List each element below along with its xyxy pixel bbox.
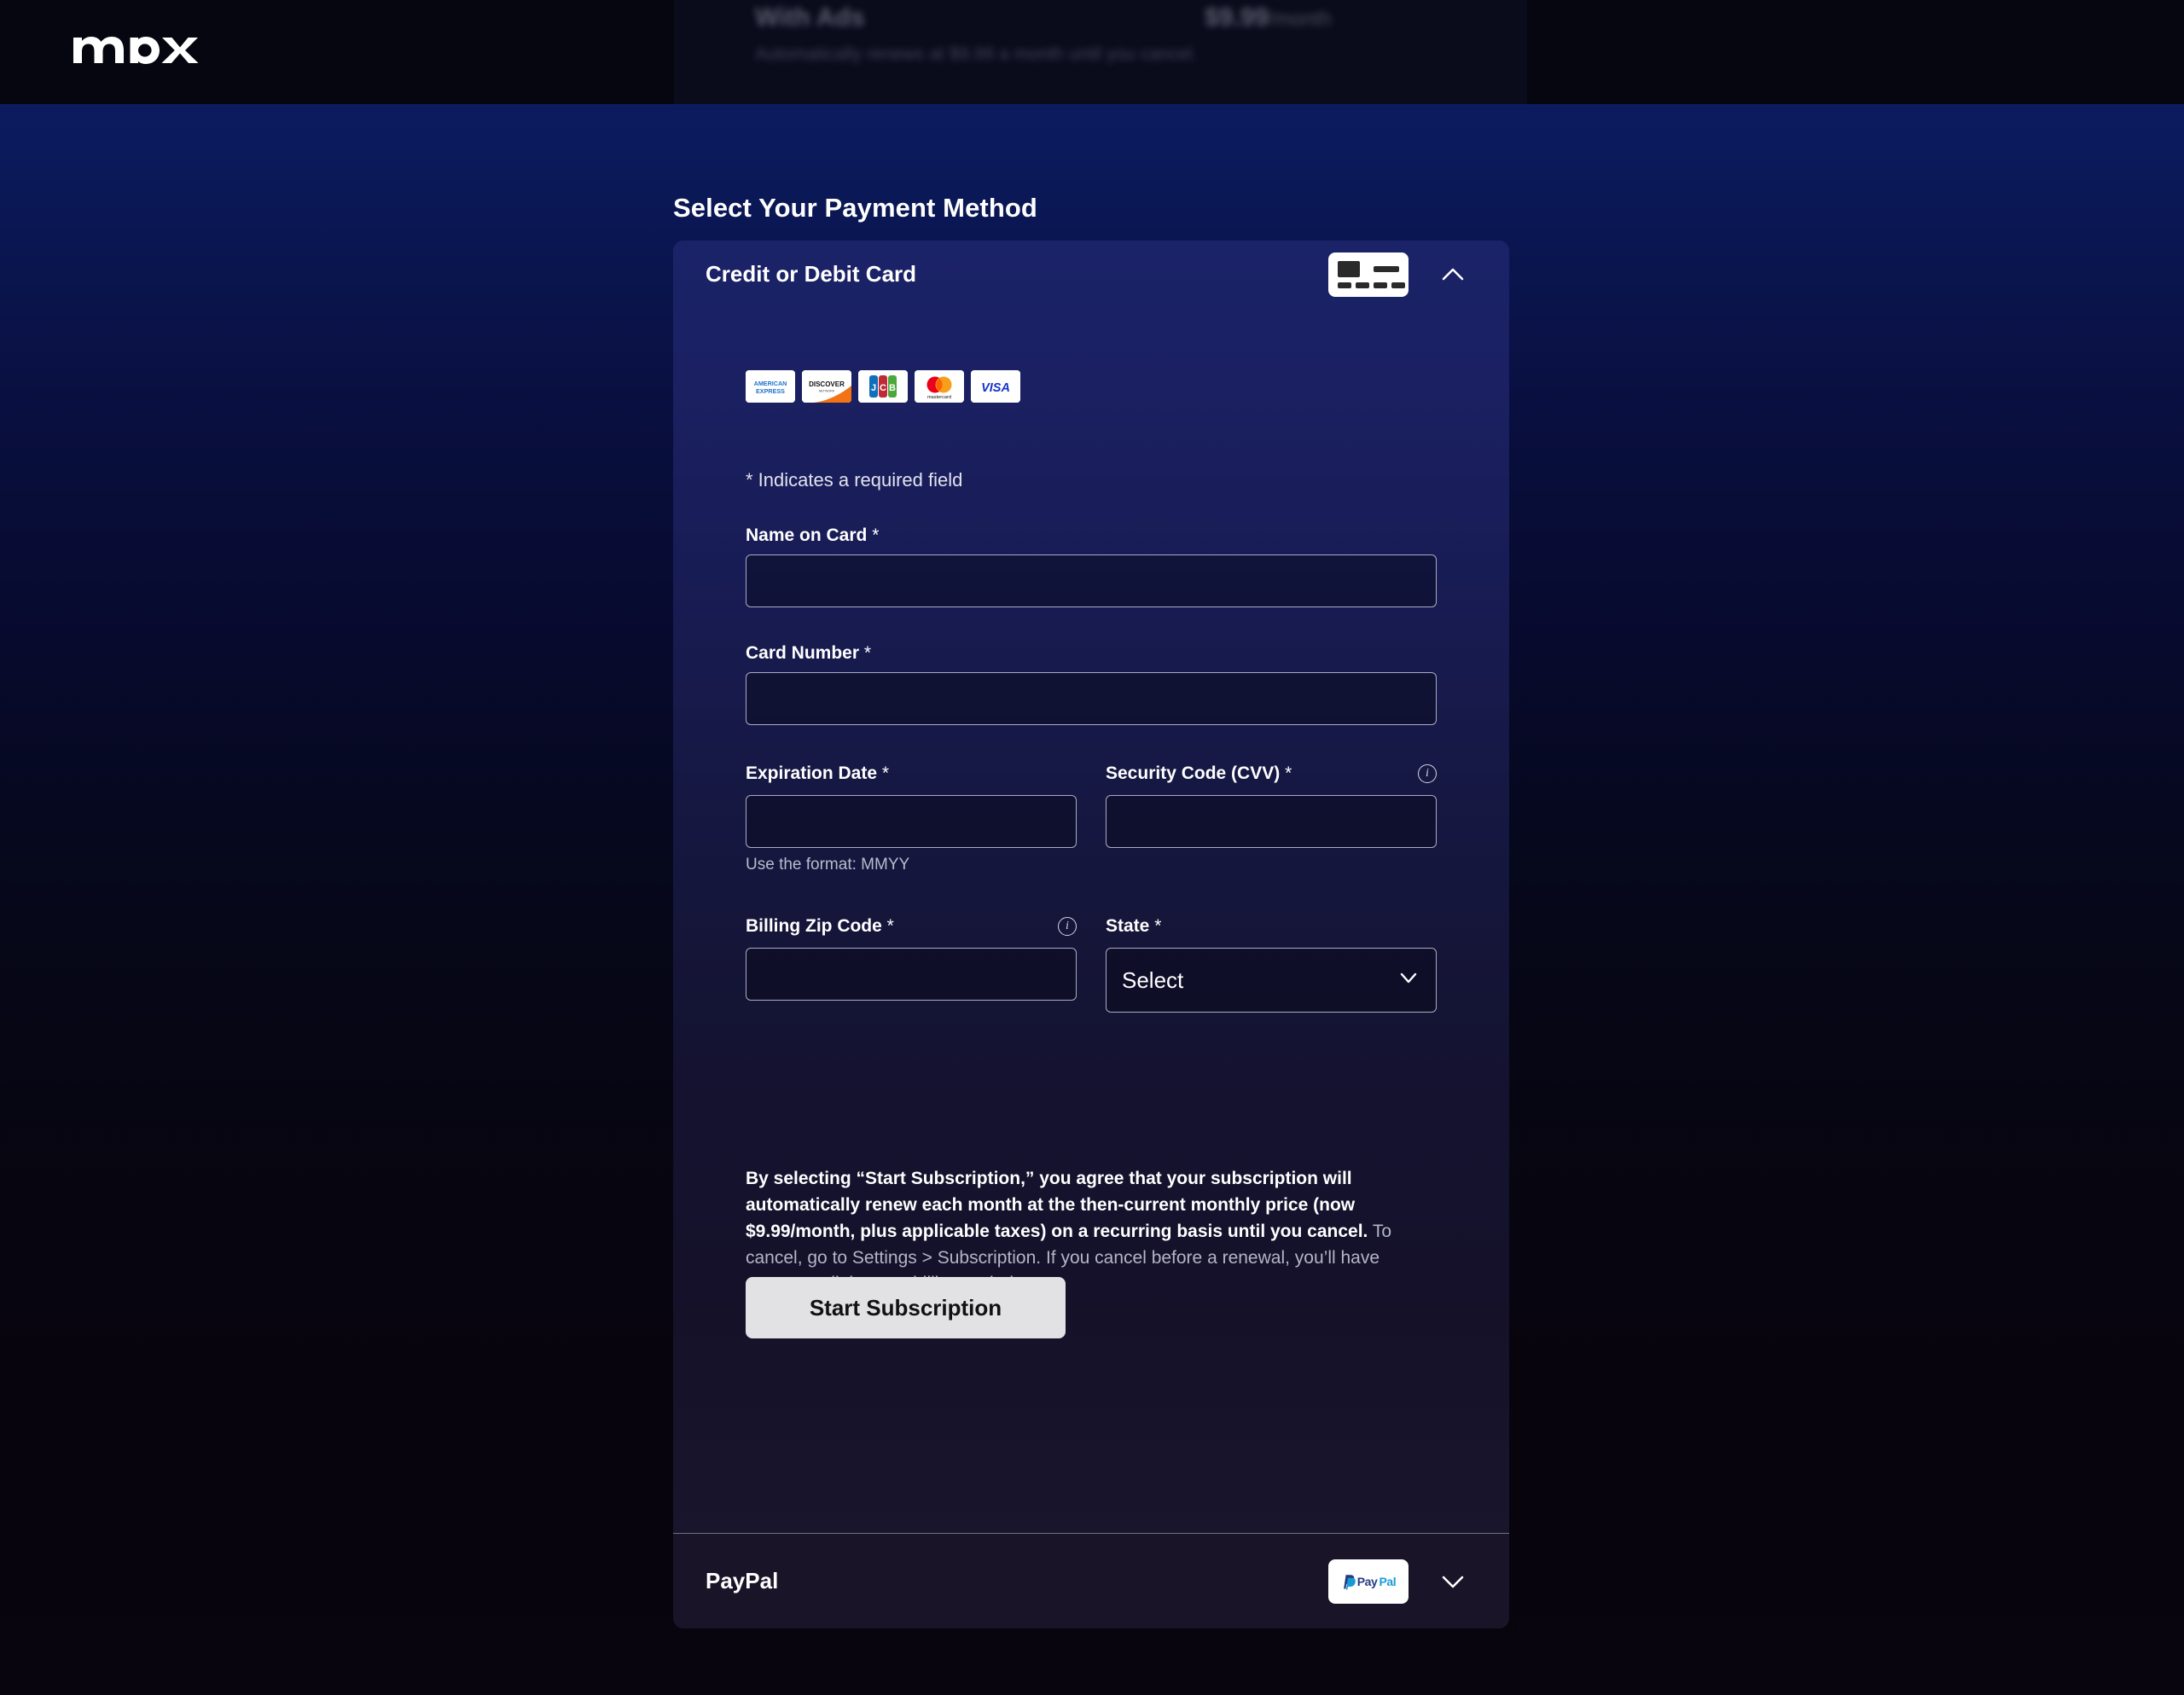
svg-text:C: C: [880, 383, 886, 393]
page-title: Select Your Payment Method: [673, 193, 1037, 223]
card-number-label: Card Number *: [746, 643, 1437, 664]
plan-price-period: /month: [1269, 8, 1332, 31]
state-label-row: State *: [1106, 914, 1437, 939]
expiration-date-label: Expiration Date *: [746, 763, 889, 784]
field-state: State * Select: [1106, 914, 1437, 1013]
card-number-label-text: Card Number: [746, 643, 860, 663]
billing-zip-label-text: Billing Zip Code: [746, 916, 882, 936]
required-star: *: [872, 525, 880, 545]
payment-option-credit-card: Credit or Debit Card AMERICAN EXPRESS DI…: [673, 241, 1509, 1533]
plan-name: With Ads: [755, 3, 865, 32]
required-star: *: [1154, 916, 1162, 936]
legal-bold-text: By selecting “Start Subscription,” you a…: [746, 1169, 1368, 1241]
card-brand-visa: VISA: [971, 370, 1020, 403]
svg-text:NETWORK: NETWORK: [819, 390, 835, 393]
field-billing-zip: Billing Zip Code * i: [746, 914, 1077, 1013]
plan-description: Automatically renews at $9.99 a month un…: [755, 44, 1198, 64]
security-code-label-row: Security Code (CVV) * i: [1106, 761, 1437, 787]
start-subscription-button[interactable]: Start Subscription: [746, 1277, 1066, 1338]
zip-state-row: Billing Zip Code * i State * Select: [746, 914, 1437, 1013]
expiration-date-input[interactable]: [746, 795, 1077, 848]
card-number-input[interactable]: [746, 672, 1437, 725]
max-wordmark-logo[interactable]: [72, 26, 208, 78]
card-brand-jcb: J C B: [858, 370, 908, 403]
state-select-value: Select: [1122, 966, 1184, 993]
required-field-note: * Indicates a required field: [746, 469, 963, 491]
name-on-card-input[interactable]: [746, 554, 1437, 607]
card-brand-discover: DISCOVER NETWORK: [802, 370, 851, 403]
svg-text:VISA: VISA: [981, 381, 1010, 395]
info-icon[interactable]: i: [1418, 764, 1437, 783]
required-star: *: [886, 916, 894, 936]
credit-card-form: * Indicates a required field Name on Car…: [746, 469, 1437, 1031]
card-brand-mastercard: mastercard: [915, 370, 964, 403]
payment-method-accordion: Credit or Debit Card AMERICAN EXPRESS DI…: [673, 241, 1509, 1628]
paypal-logo-text-pay: Pay: [1356, 1575, 1378, 1588]
billing-zip-input[interactable]: [746, 948, 1077, 1001]
credit-card-title: Credit or Debit Card: [706, 261, 917, 287]
accepted-card-brands: AMERICAN EXPRESS DISCOVER NETWORK J C B …: [746, 370, 1020, 403]
svg-text:EXPRESS: EXPRESS: [756, 387, 785, 395]
chevron-down-icon: [1397, 966, 1420, 996]
svg-text:B: B: [889, 383, 896, 393]
plan-summary-inner: With Ads $9.99/month Automatically renew…: [674, 0, 1527, 104]
card-chip: [1338, 261, 1360, 277]
billing-zip-label: Billing Zip Code *: [746, 916, 894, 937]
plan-price: $9.99/month: [1205, 3, 1331, 32]
field-name-on-card: Name on Card *: [746, 525, 1437, 607]
billing-zip-label-row: Billing Zip Code * i: [746, 914, 1077, 939]
paypal-title: PayPal: [706, 1568, 779, 1593]
security-code-label-text: Security Code (CVV): [1106, 763, 1281, 783]
expiration-date-label-row: Expiration Date *: [746, 761, 1077, 787]
required-star: *: [863, 643, 872, 663]
field-expiration-date: Expiration Date * Use the format: MMYY: [746, 761, 1077, 874]
svg-text:J: J: [871, 383, 876, 393]
credit-card-icon: [1328, 253, 1409, 297]
paypal-logo-text-pal: Pal: [1379, 1575, 1397, 1588]
card-brand-american-express: AMERICAN EXPRESS: [746, 370, 795, 403]
payment-option-paypal[interactable]: PayPal Pay Pal: [673, 1533, 1509, 1628]
svg-text:AMERICAN: AMERICAN: [754, 380, 787, 387]
security-code-input[interactable]: [1106, 795, 1437, 848]
state-select[interactable]: Select: [1106, 948, 1437, 1013]
svg-text:DISCOVER: DISCOVER: [809, 380, 845, 388]
required-star: *: [1285, 763, 1292, 783]
plan-summary-strip: With Ads $9.99/month Automatically renew…: [0, 0, 2184, 104]
security-code-label: Security Code (CVV) *: [1106, 763, 1292, 784]
chevron-up-icon[interactable]: [1434, 256, 1472, 293]
card-line: [1374, 266, 1399, 272]
expiration-date-hint: Use the format: MMYY: [746, 856, 910, 874]
credit-card-header[interactable]: Credit or Debit Card: [673, 241, 1509, 307]
expiry-cvv-row: Expiration Date * Use the format: MMYY S…: [746, 761, 1437, 874]
field-card-number: Card Number *: [746, 643, 1437, 725]
svg-text:mastercard: mastercard: [927, 395, 951, 400]
card-number-dots: [1338, 282, 1405, 288]
name-on-card-label-text: Name on Card: [746, 525, 868, 545]
required-star: *: [881, 763, 890, 783]
expiration-date-label-text: Expiration Date: [746, 763, 878, 783]
name-on-card-label: Name on Card *: [746, 525, 1437, 546]
chevron-down-icon[interactable]: [1434, 1563, 1472, 1600]
paypal-logo: Pay Pal: [1328, 1559, 1409, 1604]
state-label-text: State: [1106, 916, 1150, 936]
info-icon[interactable]: i: [1058, 917, 1077, 936]
plan-price-amount: $9.99: [1205, 3, 1269, 32]
field-security-code: Security Code (CVV) * i: [1106, 761, 1437, 874]
state-label: State *: [1106, 916, 1161, 937]
payment-page: With Ads $9.99/month Automatically renew…: [0, 0, 2184, 1695]
